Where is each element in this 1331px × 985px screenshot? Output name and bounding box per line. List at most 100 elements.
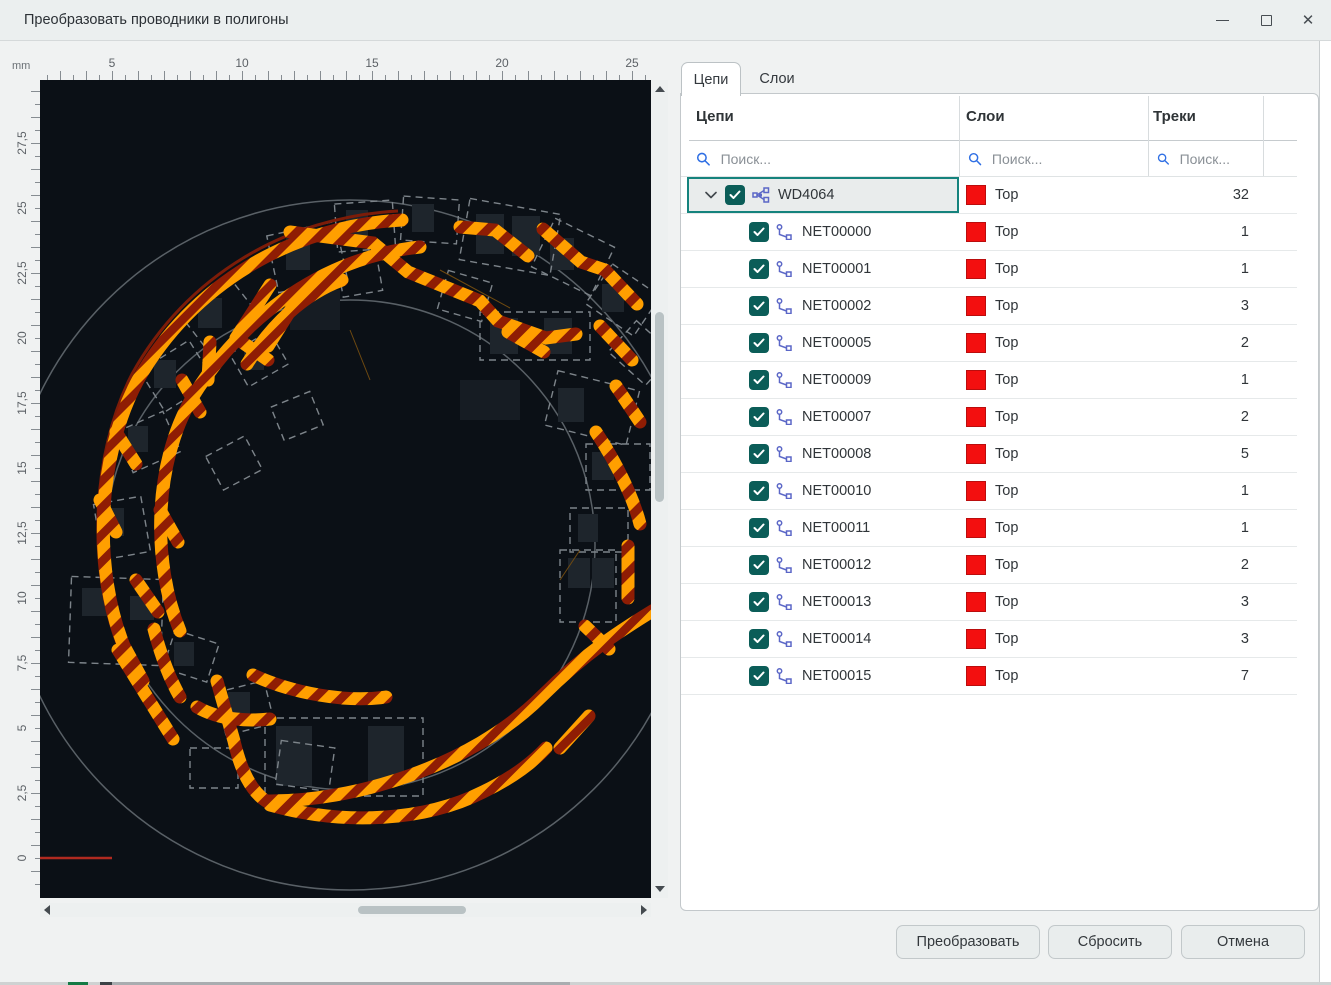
vertical-scroll-thumb[interactable] <box>655 312 664 502</box>
net-checkbox[interactable] <box>749 333 769 353</box>
net-icon <box>776 520 795 536</box>
table-row[interactable]: NET00013 Top 3 <box>681 584 1297 621</box>
scroll-down-icon[interactable] <box>655 886 665 892</box>
ruler-tick <box>346 71 347 80</box>
ruler-tick <box>138 71 139 80</box>
dialog-title: Преобразовать проводники в полигоны <box>24 0 289 41</box>
maximize-button[interactable] <box>1250 5 1282 35</box>
layer-color-chip <box>966 407 986 427</box>
net-checkbox[interactable] <box>749 518 769 538</box>
search-input-layers[interactable] <box>990 150 1140 168</box>
close-button[interactable]: ✕ <box>1292 5 1324 35</box>
table-row[interactable]: NET00009 Top 1 <box>681 362 1297 399</box>
table-row[interactable]: NET00008 Top 5 <box>681 436 1297 473</box>
net-cell[interactable]: NET00011 <box>687 510 959 546</box>
net-name: NET00009 <box>802 372 871 388</box>
net-checkbox[interactable] <box>749 370 769 390</box>
cancel-button[interactable]: Отмена <box>1181 925 1305 959</box>
ruler-tick <box>632 71 633 80</box>
search-input-nets[interactable] <box>719 150 951 168</box>
tab-layers[interactable]: Слои <box>747 62 807 95</box>
net-cell[interactable]: NET00015 <box>687 658 959 694</box>
net-cell[interactable]: NET00010 <box>687 473 959 509</box>
canvas-vertical-scrollbar[interactable] <box>651 80 668 898</box>
layer-cell[interactable]: Top <box>959 547 1148 583</box>
table-row[interactable]: NET00005 Top 2 <box>681 325 1297 362</box>
table-row[interactable]: NET00000 Top 1 <box>681 214 1297 251</box>
ruler-tick <box>112 71 113 80</box>
net-cell[interactable]: NET00007 <box>687 399 959 435</box>
ruler-tick <box>190 71 191 80</box>
net-cell[interactable]: NET00005 <box>687 325 959 361</box>
net-cell[interactable]: WD4064 <box>687 177 959 213</box>
track-count: 2 <box>1241 557 1249 573</box>
tracks-cell: 2 <box>1148 325 1249 361</box>
table-row[interactable]: NET00010 Top 1 <box>681 473 1297 510</box>
net-checkbox[interactable] <box>749 481 769 501</box>
tab-nets[interactable]: Цепи <box>681 62 741 96</box>
net-cell[interactable]: NET00013 <box>687 584 959 620</box>
layer-cell[interactable]: Top <box>959 325 1148 361</box>
net-cell[interactable]: NET00001 <box>687 251 959 287</box>
layer-cell[interactable]: Top <box>959 510 1148 546</box>
net-checkbox[interactable] <box>725 185 745 205</box>
minimize-button[interactable] <box>1206 5 1238 35</box>
net-cell[interactable]: NET00012 <box>687 547 959 583</box>
ruler-label: 5 <box>92 56 132 70</box>
horizontal-scroll-thumb[interactable] <box>358 906 466 914</box>
layer-color-chip <box>966 666 986 686</box>
net-checkbox[interactable] <box>749 259 769 279</box>
scroll-right-icon[interactable] <box>641 905 647 915</box>
canvas-horizontal-scrollbar[interactable] <box>40 903 651 917</box>
convert-button[interactable]: Преобразовать <box>896 925 1040 959</box>
layer-cell[interactable]: Top <box>959 177 1148 213</box>
net-checkbox[interactable] <box>749 666 769 686</box>
net-checkbox[interactable] <box>749 407 769 427</box>
net-checkbox[interactable] <box>749 555 769 575</box>
table-row[interactable]: NET00002 Top 3 <box>681 288 1297 325</box>
layer-cell[interactable]: Top <box>959 436 1148 472</box>
net-checkbox[interactable] <box>749 222 769 242</box>
ruler-tick <box>31 429 40 430</box>
layer-cell[interactable]: Top <box>959 251 1148 287</box>
net-cell[interactable]: NET00008 <box>687 436 959 472</box>
table-row[interactable]: NET00007 Top 2 <box>681 399 1297 436</box>
table-row[interactable]: NET00011 Top 1 <box>681 510 1297 547</box>
pcb-canvas[interactable] <box>40 80 651 898</box>
net-cell[interactable]: NET00009 <box>687 362 959 398</box>
table-row[interactable]: NET00014 Top 3 <box>681 621 1297 658</box>
net-cell[interactable]: NET00002 <box>687 288 959 324</box>
table-row[interactable]: WD4064 Top 32 <box>681 177 1297 214</box>
layer-name: Top <box>995 298 1018 314</box>
layer-cell[interactable]: Top <box>959 214 1148 250</box>
layer-cell[interactable]: Top <box>959 658 1148 694</box>
net-checkbox[interactable] <box>749 592 769 612</box>
pcb-drawing <box>40 80 651 898</box>
net-cell[interactable]: NET00014 <box>687 621 959 657</box>
layer-cell[interactable]: Top <box>959 288 1148 324</box>
search-input-tracks[interactable] <box>1178 150 1257 168</box>
table-row[interactable]: NET00012 Top 2 <box>681 547 1297 584</box>
layer-cell[interactable]: Top <box>959 362 1148 398</box>
net-checkbox[interactable] <box>749 444 769 464</box>
table-row[interactable]: NET00001 Top 1 <box>681 251 1297 288</box>
table-row[interactable]: NET00015 Top 7 <box>681 658 1297 695</box>
net-cell[interactable]: NET00000 <box>687 214 959 250</box>
layer-name: Top <box>995 594 1018 610</box>
layer-cell[interactable]: Top <box>959 399 1148 435</box>
search-cell-layers <box>968 141 1140 177</box>
ruler-tick <box>476 71 477 80</box>
net-checkbox[interactable] <box>749 296 769 316</box>
scroll-left-icon[interactable] <box>44 905 50 915</box>
chevron-down-icon[interactable] <box>704 191 718 199</box>
layer-name: Top <box>995 483 1018 499</box>
net-icon <box>776 668 795 684</box>
layer-cell[interactable]: Top <box>959 621 1148 657</box>
layer-cell[interactable]: Top <box>959 473 1148 509</box>
scroll-up-icon[interactable] <box>655 86 665 92</box>
layer-cell[interactable]: Top <box>959 584 1148 620</box>
layer-name: Top <box>995 187 1018 203</box>
ruler-tick <box>60 71 61 80</box>
reset-button[interactable]: Сбросить <box>1048 925 1172 959</box>
net-checkbox[interactable] <box>749 629 769 649</box>
